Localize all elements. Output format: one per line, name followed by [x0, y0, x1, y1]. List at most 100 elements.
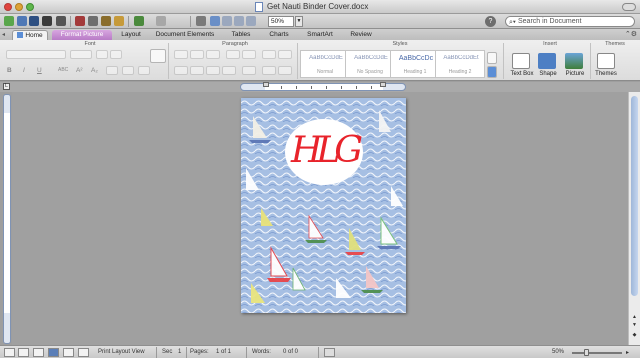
- text-box-icon[interactable]: [512, 53, 530, 69]
- cut-icon[interactable]: [75, 16, 85, 26]
- outline-view-button[interactable]: [18, 348, 29, 357]
- shading-button[interactable]: [262, 66, 276, 75]
- style-heading-2[interactable]: AaBbCcDdEt Heading 2: [435, 50, 485, 78]
- help-icon[interactable]: ?: [485, 16, 496, 27]
- text-effects-button[interactable]: [106, 66, 118, 75]
- minimize-window-button[interactable]: [15, 3, 23, 11]
- vertical-ruler[interactable]: [3, 94, 11, 344]
- sidebar-icon[interactable]: [210, 16, 220, 26]
- toolbar-toggle-button[interactable]: [622, 3, 636, 11]
- justify-button[interactable]: [222, 66, 236, 75]
- copy-icon[interactable]: [88, 16, 98, 26]
- show-formatting-icon[interactable]: [196, 16, 206, 26]
- scroll-up-arrow[interactable]: ▲: [631, 314, 638, 320]
- align-left-button[interactable]: [174, 66, 188, 75]
- underline-button[interactable]: U: [37, 67, 42, 74]
- bullets-button[interactable]: [174, 50, 188, 59]
- notebook-layout-button[interactable]: [63, 348, 74, 357]
- superscript-button[interactable]: A²: [76, 67, 83, 74]
- zoom-slider-knob[interactable]: [584, 349, 589, 356]
- subscript-button[interactable]: A₂: [91, 67, 98, 74]
- new-document-icon[interactable]: [4, 16, 14, 26]
- style-heading-1[interactable]: AaBbCcDc Heading 1: [390, 50, 440, 78]
- shape-icon[interactable]: [538, 53, 556, 69]
- style-no-spacing[interactable]: AaBbCcDdE No Spacing: [345, 50, 395, 78]
- grow-font-button[interactable]: [96, 50, 108, 59]
- multilevel-list-button[interactable]: [206, 50, 220, 59]
- line-spacing-button[interactable]: [242, 66, 256, 75]
- decrease-indent-button[interactable]: [226, 50, 240, 59]
- italic-button[interactable]: I: [23, 67, 25, 74]
- page-nav-icon[interactable]: ◆: [631, 332, 638, 338]
- zoom-field[interactable]: 50%: [268, 16, 294, 27]
- right-indent-marker[interactable]: [380, 82, 386, 87]
- open-icon[interactable]: [29, 16, 39, 26]
- tab-charts[interactable]: Charts: [262, 30, 296, 40]
- bold-button[interactable]: B: [7, 67, 12, 74]
- sort-button[interactable]: [262, 50, 276, 59]
- shape-button[interactable]: Shape: [535, 71, 561, 77]
- tab-smartart[interactable]: SmartArt: [300, 30, 340, 40]
- styles-expand-icon[interactable]: [487, 52, 497, 64]
- zoom-in-icon[interactable]: ▸: [626, 349, 629, 356]
- show-paragraph-marks-button[interactable]: [278, 50, 292, 59]
- font-name-field[interactable]: [6, 50, 66, 59]
- left-indent-marker[interactable]: [263, 82, 269, 87]
- picture-button[interactable]: Picture: [562, 71, 588, 77]
- strikethrough-button[interactable]: ABC: [58, 67, 68, 73]
- themes-icon[interactable]: [597, 53, 615, 69]
- save-icon[interactable]: [42, 16, 52, 26]
- highlight-button[interactable]: [122, 66, 134, 75]
- scroll-down-arrow[interactable]: ▼: [631, 322, 638, 328]
- media-browser-icon[interactable]: [234, 16, 244, 26]
- tab-format-picture[interactable]: Format Picture: [52, 30, 112, 40]
- monogram-circle[interactable]: HLG: [285, 119, 363, 185]
- vertical-scrollbar[interactable]: ▲ ▼ ◆: [628, 92, 640, 345]
- redo-icon[interactable]: [156, 16, 166, 26]
- style-normal[interactable]: AaBbCcDdE Normal: [300, 50, 350, 78]
- print-icon[interactable]: [56, 16, 66, 26]
- borders-button[interactable]: [278, 66, 292, 75]
- tab-home[interactable]: Home: [12, 30, 48, 40]
- close-window-button[interactable]: [4, 3, 12, 11]
- print-layout-button[interactable]: [48, 348, 59, 357]
- font-color-button[interactable]: [138, 66, 150, 75]
- align-right-button[interactable]: [206, 66, 220, 75]
- text-box-button[interactable]: Text Box: [508, 71, 536, 77]
- numbering-button[interactable]: [190, 50, 204, 59]
- tab-stop-selector[interactable]: L: [3, 83, 10, 90]
- publishing-layout-button[interactable]: [33, 348, 44, 357]
- picture-icon[interactable]: [565, 53, 583, 69]
- format-painter-icon[interactable]: [114, 16, 124, 26]
- spelling-status-icon[interactable]: [324, 348, 335, 357]
- scrapbook-icon[interactable]: [246, 16, 256, 26]
- tab-tables[interactable]: Tables: [224, 30, 258, 40]
- zoom-window-button[interactable]: [26, 3, 34, 11]
- templates-icon[interactable]: [17, 16, 27, 26]
- undo-icon[interactable]: [134, 16, 144, 26]
- themes-button[interactable]: Themes: [594, 71, 618, 77]
- zoom-dropdown-arrow[interactable]: ▼: [295, 16, 303, 27]
- draft-view-button[interactable]: [4, 348, 15, 357]
- tab-review[interactable]: Review: [344, 30, 378, 40]
- clear-formatting-button[interactable]: [150, 49, 166, 63]
- shrink-font-button[interactable]: [110, 50, 122, 59]
- horizontal-ruler[interactable]: [240, 82, 406, 91]
- document-canvas[interactable]: HLG: [12, 92, 628, 345]
- document-page[interactable]: HLG: [241, 98, 406, 313]
- tab-document-elements[interactable]: Document Elements: [150, 30, 220, 40]
- toolbox-icon[interactable]: [222, 16, 232, 26]
- font-size-field[interactable]: [70, 50, 92, 59]
- align-center-button[interactable]: [190, 66, 204, 75]
- ribbon-collapse-icon[interactable]: ⌃⚙: [625, 30, 637, 38]
- zoom-slider[interactable]: [572, 352, 622, 354]
- scrollbar-thumb[interactable]: [631, 96, 638, 296]
- full-screen-button[interactable]: [78, 348, 89, 357]
- increase-indent-button[interactable]: [242, 50, 256, 59]
- styles-pane-icon[interactable]: [487, 66, 497, 78]
- view-name: Print Layout View: [98, 349, 145, 355]
- search-input[interactable]: ⌕▾ Search in Document: [505, 16, 635, 27]
- tab-layout[interactable]: Layout: [116, 30, 146, 40]
- pages-label: Pages:: [190, 349, 209, 355]
- paste-icon[interactable]: [101, 16, 111, 26]
